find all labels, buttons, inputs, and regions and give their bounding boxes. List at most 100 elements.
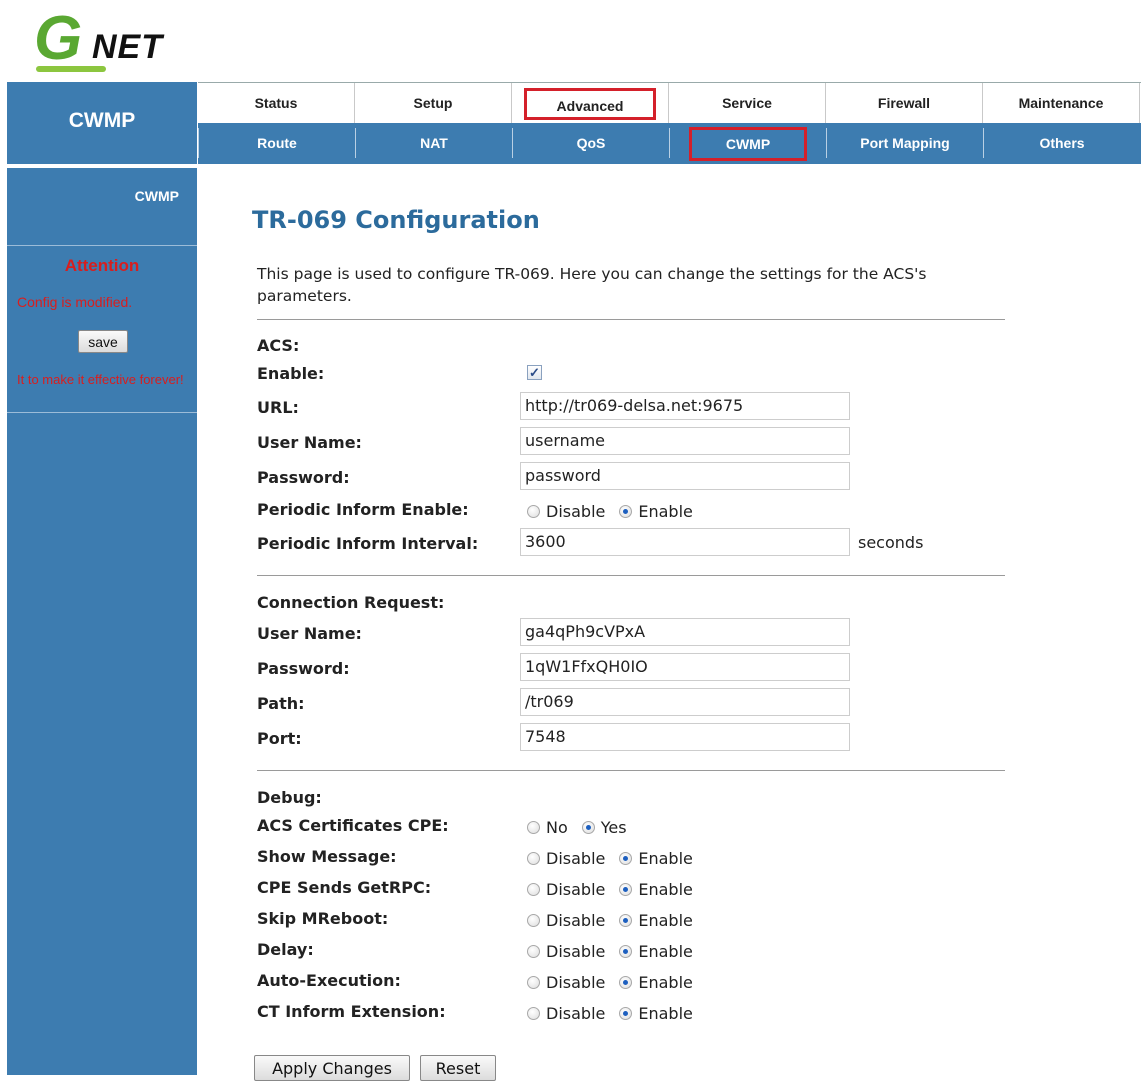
- sidebar-item-cwmp[interactable]: CWMP: [7, 168, 197, 246]
- divider: [257, 575, 1005, 576]
- radio-selected-icon: [619, 914, 633, 927]
- delay-label: Delay:: [257, 940, 314, 959]
- show-message-radios: Disable Enable: [527, 849, 707, 868]
- show-message-disable-option[interactable]: Disable: [527, 849, 605, 868]
- acs-url-input[interactable]: http://tr069-delsa.net:9675: [520, 392, 850, 420]
- conn-path-label: Path:: [257, 694, 305, 713]
- radio-selected-icon: [581, 821, 595, 834]
- auto-execution-enable-option[interactable]: Enable: [619, 973, 693, 992]
- tab-maintenance[interactable]: Maintenance: [983, 83, 1140, 123]
- conn-password-input[interactable]: 1qW1FfxQH0IO: [520, 653, 850, 681]
- logo-swoosh: [36, 66, 106, 72]
- ct-inform-extension-label: CT Inform Extension:: [257, 1002, 446, 1021]
- auto-execution-disable-option[interactable]: Disable: [527, 973, 605, 992]
- save-button[interactable]: save: [78, 330, 128, 353]
- periodic-inform-interval-label: Periodic Inform Interval:: [257, 534, 479, 553]
- divider: [257, 319, 1005, 320]
- save-hint-text: It to make it effective forever!: [17, 372, 184, 387]
- delay-disable-option[interactable]: Disable: [527, 942, 605, 961]
- section-header: CWMP: [7, 82, 197, 164]
- reset-button[interactable]: Reset: [420, 1055, 496, 1081]
- ct-inform-extension-enable-option[interactable]: Enable: [619, 1004, 693, 1023]
- tab-firewall[interactable]: Firewall: [826, 83, 983, 123]
- delay-enable-option[interactable]: Enable: [619, 942, 693, 961]
- attention-title: Attention: [64, 256, 140, 275]
- periodic-inform-interval-input[interactable]: 3600: [520, 528, 850, 556]
- periodic-inform-enable-option[interactable]: Enable: [619, 502, 693, 521]
- debug-section-label: Debug:: [257, 788, 322, 807]
- cpe-getrpc-label: CPE Sends GetRPC:: [257, 878, 432, 897]
- radio-selected-icon: [619, 852, 633, 865]
- auto-execution-label: Auto-Execution:: [257, 971, 401, 990]
- ct-inform-extension-disable-option[interactable]: Disable: [527, 1004, 605, 1023]
- show-message-enable-option[interactable]: Enable: [619, 849, 693, 868]
- acs-section-label: ACS:: [257, 336, 300, 355]
- subtab-nat[interactable]: NAT: [355, 128, 512, 158]
- acs-enable-label: Enable:: [257, 364, 325, 383]
- tab-setup[interactable]: Setup: [355, 83, 512, 123]
- divider: [257, 770, 1005, 771]
- acs-password-input[interactable]: password: [520, 462, 850, 490]
- tab-advanced[interactable]: Advanced: [512, 83, 669, 123]
- acs-cert-yes-option[interactable]: Yes: [581, 818, 627, 837]
- delay-radios: Disable Enable: [527, 942, 707, 961]
- apply-changes-button[interactable]: Apply Changes: [254, 1055, 410, 1081]
- radio-icon: [527, 505, 540, 518]
- subtab-qos[interactable]: QoS: [512, 128, 669, 158]
- sub-nav: Route NAT QoS CWMP Port Mapping Others: [198, 127, 1141, 161]
- periodic-inform-enable-label: Periodic Inform Enable:: [257, 500, 469, 519]
- skip-mreboot-radios: Disable Enable: [527, 911, 707, 930]
- radio-icon: [527, 914, 540, 927]
- radio-icon: [527, 976, 540, 989]
- tab-service[interactable]: Service: [669, 83, 826, 123]
- radio-icon: [527, 883, 540, 896]
- acs-url-label: URL:: [257, 398, 299, 417]
- acs-password-label: Password:: [257, 468, 350, 487]
- conn-port-label: Port:: [257, 729, 302, 748]
- auto-execution-radios: Disable Enable: [527, 973, 707, 992]
- page-description: This page is used to configure TR-069. H…: [257, 265, 927, 305]
- acs-cert-no-option[interactable]: No: [527, 818, 568, 837]
- acs-enable-checkbox[interactable]: ✓: [527, 365, 542, 380]
- subtab-route[interactable]: Route: [198, 128, 355, 158]
- radio-selected-icon: [619, 883, 633, 896]
- ct-inform-extension-radios: Disable Enable: [527, 1004, 707, 1023]
- conn-username-label: User Name:: [257, 624, 362, 643]
- acs-username-input[interactable]: username: [520, 427, 850, 455]
- cpe-getrpc-radios: Disable Enable: [527, 880, 707, 899]
- interval-unit: seconds: [858, 533, 924, 552]
- acs-cert-radios: No Yes: [527, 818, 641, 837]
- conn-path-input[interactable]: /tr069: [520, 688, 850, 716]
- gnet-logo: G NET: [34, 8, 174, 74]
- page-title: TR-069 Configuration: [252, 206, 540, 234]
- sidebar-divider: [7, 412, 197, 413]
- radio-icon: [527, 945, 540, 958]
- skip-mreboot-disable-option[interactable]: Disable: [527, 911, 605, 930]
- radio-icon: [527, 821, 540, 834]
- subtab-port-mapping[interactable]: Port Mapping: [826, 128, 983, 158]
- skip-mreboot-enable-option[interactable]: Enable: [619, 911, 693, 930]
- periodic-inform-disable-option[interactable]: Disable: [527, 502, 605, 521]
- radio-selected-icon: [619, 505, 633, 518]
- logo-g-letter: G: [34, 4, 83, 73]
- radio-icon: [527, 852, 540, 865]
- top-nav: Status Setup Advanced Service Firewall M…: [198, 82, 1141, 124]
- conn-username-input[interactable]: ga4qPh9cVPxA: [520, 618, 850, 646]
- conn-port-input[interactable]: 7548: [520, 723, 850, 751]
- acs-username-label: User Name:: [257, 433, 362, 452]
- sidebar-item-label: CWMP: [134, 188, 179, 204]
- radio-icon: [527, 1007, 540, 1020]
- subtab-cwmp[interactable]: CWMP: [669, 127, 826, 161]
- section-header-label: CWMP: [68, 109, 136, 132]
- show-message-label: Show Message:: [257, 847, 397, 866]
- config-modified-text: Config is modified.: [17, 294, 133, 310]
- cpe-getrpc-enable-option[interactable]: Enable: [619, 880, 693, 899]
- periodic-inform-enable-radios: Disable Enable: [527, 502, 707, 521]
- cpe-getrpc-disable-option[interactable]: Disable: [527, 880, 605, 899]
- subtab-others[interactable]: Others: [983, 128, 1140, 158]
- conn-section-label: Connection Request:: [257, 593, 445, 612]
- acs-cert-label: ACS Certificates CPE:: [257, 816, 449, 835]
- radio-selected-icon: [619, 976, 633, 989]
- skip-mreboot-label: Skip MReboot:: [257, 909, 389, 928]
- tab-status[interactable]: Status: [198, 83, 355, 123]
